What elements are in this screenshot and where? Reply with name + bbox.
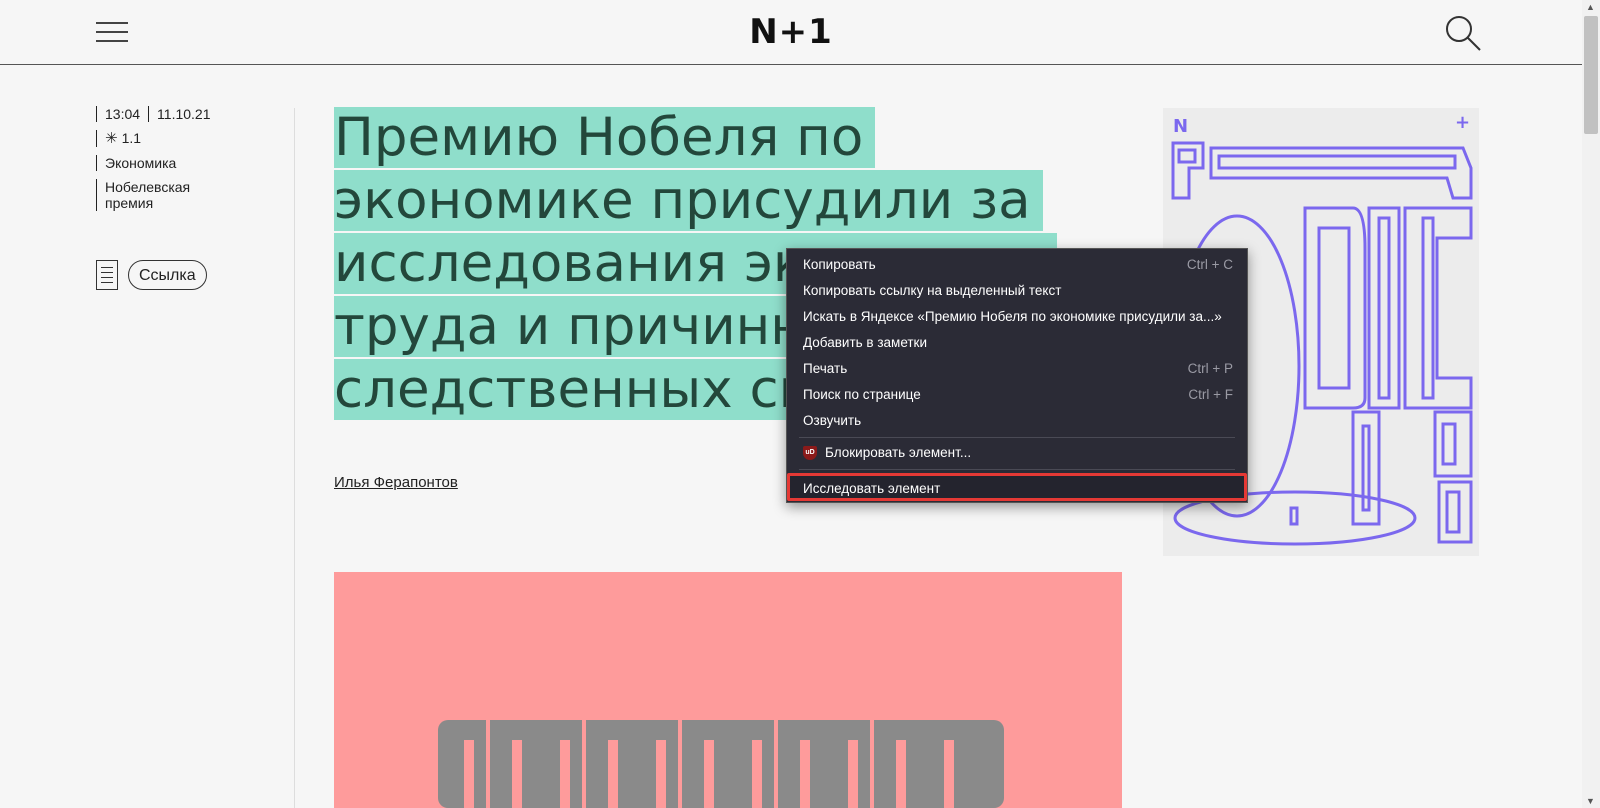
menu-item-label: Печать <box>803 361 848 376</box>
article-cover-image <box>334 572 1122 808</box>
article-date: 11.10.21 <box>148 106 218 122</box>
menu-item-label: Озвучить <box>803 413 862 428</box>
menu-item-label: Блокировать элемент... <box>825 445 972 460</box>
scroll-down-arrow-icon[interactable]: ▼ <box>1586 796 1595 806</box>
menu-item-label: Копировать <box>803 257 876 272</box>
title-line: экономике присудили за <box>334 170 1043 231</box>
search-icon[interactable] <box>1444 14 1484 54</box>
context-menu-item-inspect[interactable]: Исследовать элемент <box>787 473 1247 501</box>
article-datetime: 13:04 11.10.21 <box>96 106 286 122</box>
context-menu-item-copy[interactable]: Копировать Ctrl + C <box>787 253 1247 277</box>
menu-item-label: Копировать ссылку на выделенный текст <box>803 283 1062 298</box>
menu-item-label: Добавить в заметки <box>803 335 928 350</box>
menu-item-shortcut: Ctrl + P <box>1187 361 1233 376</box>
context-menu-item-copy-link[interactable]: Копировать ссылку на выделенный текст <box>787 279 1247 303</box>
article-category[interactable]: Экономика <box>96 155 286 171</box>
difficulty-value: 1.1 <box>121 130 142 146</box>
context-menu-item-search-yandex[interactable]: Искать в Яндексе «Премию Нобеля по эконо… <box>787 305 1247 329</box>
page-scrollbar[interactable]: ▲ ▼ <box>1582 0 1600 808</box>
poster-corner-left: N <box>1173 116 1188 137</box>
menu-item-shortcut: Ctrl + C <box>1186 257 1233 272</box>
column-divider <box>294 108 295 808</box>
article-author-link[interactable]: Илья Ферапонтов <box>334 474 458 491</box>
article-time: 13:04 <box>96 106 148 122</box>
poster-corner-right: + <box>1455 112 1470 133</box>
menu-item-label: Поиск по странице <box>803 387 921 402</box>
article-difficulty: ✳ 1.1 <box>96 130 286 147</box>
menu-separator <box>799 469 1235 470</box>
article-meta: 13:04 11.10.21 ✳ 1.1 Экономика Нобелевска… <box>96 106 286 219</box>
context-menu-item-find[interactable]: Поиск по странице Ctrl + F <box>787 383 1247 407</box>
site-logo[interactable]: N+1 <box>0 12 1582 52</box>
ublock-origin-icon: uD <box>803 446 817 460</box>
menu-separator <box>799 437 1235 438</box>
scroll-up-arrow-icon[interactable]: ▲ <box>1586 2 1595 12</box>
context-menu: Копировать Ctrl + C Копировать ссылку на… <box>786 248 1248 503</box>
title-line: Премию Нобеля по <box>334 107 876 168</box>
scroll-thumb[interactable] <box>1584 16 1598 134</box>
copy-link-button[interactable]: Ссылка <box>128 260 207 290</box>
context-menu-item-print[interactable]: Печать Ctrl + P <box>787 357 1247 381</box>
site-header: N+1 <box>0 0 1582 65</box>
menu-item-label: Исследовать элемент <box>803 481 941 496</box>
menu-item-label: Искать в Яндексе «Премию Нобеля по эконо… <box>803 309 1222 324</box>
context-menu-item-ublock[interactable]: uD Блокировать элемент... <box>787 441 1247 465</box>
menu-item-shortcut: Ctrl + F <box>1188 387 1233 402</box>
asterisk-icon: ✳ <box>105 130 118 147</box>
context-menu-item-add-notes[interactable]: Добавить в заметки <box>787 331 1247 355</box>
document-icon[interactable] <box>96 260 118 290</box>
context-menu-item-speak[interactable]: Озвучить <box>787 409 1247 433</box>
cover-graphic <box>438 720 1004 808</box>
article-tag[interactable]: Нобелевская премия <box>96 179 205 211</box>
